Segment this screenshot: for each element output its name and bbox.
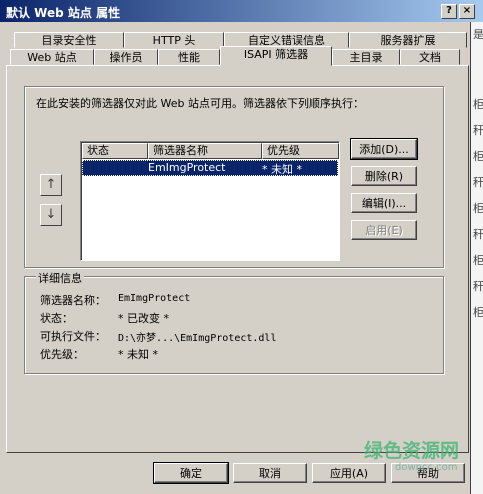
help-title-button[interactable]: ?: [441, 4, 457, 19]
filters-list[interactable]: 状态 筛选器名称 优先级 EmImgProtect * 未知 *: [80, 141, 340, 261]
detail-value-status: * 已改变 *: [118, 312, 169, 325]
remove-filter-button[interactable]: 删除(R): [351, 166, 417, 186]
column-header-filter-name[interactable]: 筛选器名称: [148, 143, 262, 159]
details-group: [24, 276, 444, 374]
add-filter-button[interactable]: 添加(D)...: [350, 138, 418, 160]
tab-operators[interactable]: 操作员: [94, 49, 158, 65]
tab-performance[interactable]: 性能: [158, 49, 220, 65]
tab-documents[interactable]: 文档: [400, 49, 460, 65]
tab-http-headers[interactable]: HTTP 头: [124, 32, 224, 48]
tab-directory-security[interactable]: 目录安全性: [14, 32, 124, 48]
background-window-edge: 是 柜 秆 柜 秆 柜 秆 柜 秆 柜: [470, 22, 483, 494]
row-filter-name: EmImgProtect: [148, 161, 226, 174]
detail-label-filter-name: 筛选器名称：: [40, 294, 106, 307]
arrow-up-icon: ↑: [45, 177, 57, 192]
close-title-button[interactable]: ×: [459, 4, 475, 19]
apply-button[interactable]: 应用(A): [312, 463, 386, 483]
cancel-button[interactable]: 取消: [233, 463, 307, 483]
ok-button[interactable]: 确定: [153, 462, 229, 484]
detail-label-executable: 可执行文件：: [40, 330, 106, 343]
edit-filter-button[interactable]: 编辑(I)...: [351, 193, 417, 213]
tab-web-site[interactable]: Web 站点: [10, 49, 94, 65]
watermark-text: 绿色资源网: [364, 440, 460, 462]
enable-filter-button: 启用(E): [351, 220, 417, 240]
title-bar[interactable]: 默认 Web 站点 属性 ? ×: [0, 0, 483, 22]
filters-description: 在此安装的筛选器仅对此 Web 站点可用。筛选器依下列顺序执行：: [36, 97, 364, 110]
move-up-button[interactable]: ↑: [40, 174, 62, 196]
detail-label-status: 状态：: [40, 312, 73, 325]
detail-value-filter-name: EmImgProtect: [118, 293, 191, 304]
window-title: 默认 Web 站点 属性: [6, 6, 121, 20]
detail-value-priority: * 未知 *: [118, 348, 158, 361]
details-title: 详细信息: [36, 270, 84, 286]
tab-isapi-filters[interactable]: ISAPI 筛选器: [220, 46, 332, 66]
row-priority: * 未知 *: [262, 163, 302, 176]
column-header-priority[interactable]: 优先级: [262, 143, 339, 159]
watermark-url: downcc.com: [395, 462, 458, 473]
table-row[interactable]: EmImgProtect * 未知 *: [82, 160, 338, 176]
detail-label-priority: 优先级：: [40, 348, 84, 361]
tab-home-directory[interactable]: 主目录: [332, 49, 400, 65]
detail-value-executable: D:\亦梦...\EmImgProtect.dll: [118, 333, 277, 344]
tab-server-extensions[interactable]: 服务器扩展: [349, 32, 467, 48]
column-header-status[interactable]: 状态: [82, 143, 148, 159]
move-down-button[interactable]: ↓: [40, 204, 62, 226]
arrow-down-icon: ↓: [45, 207, 57, 222]
